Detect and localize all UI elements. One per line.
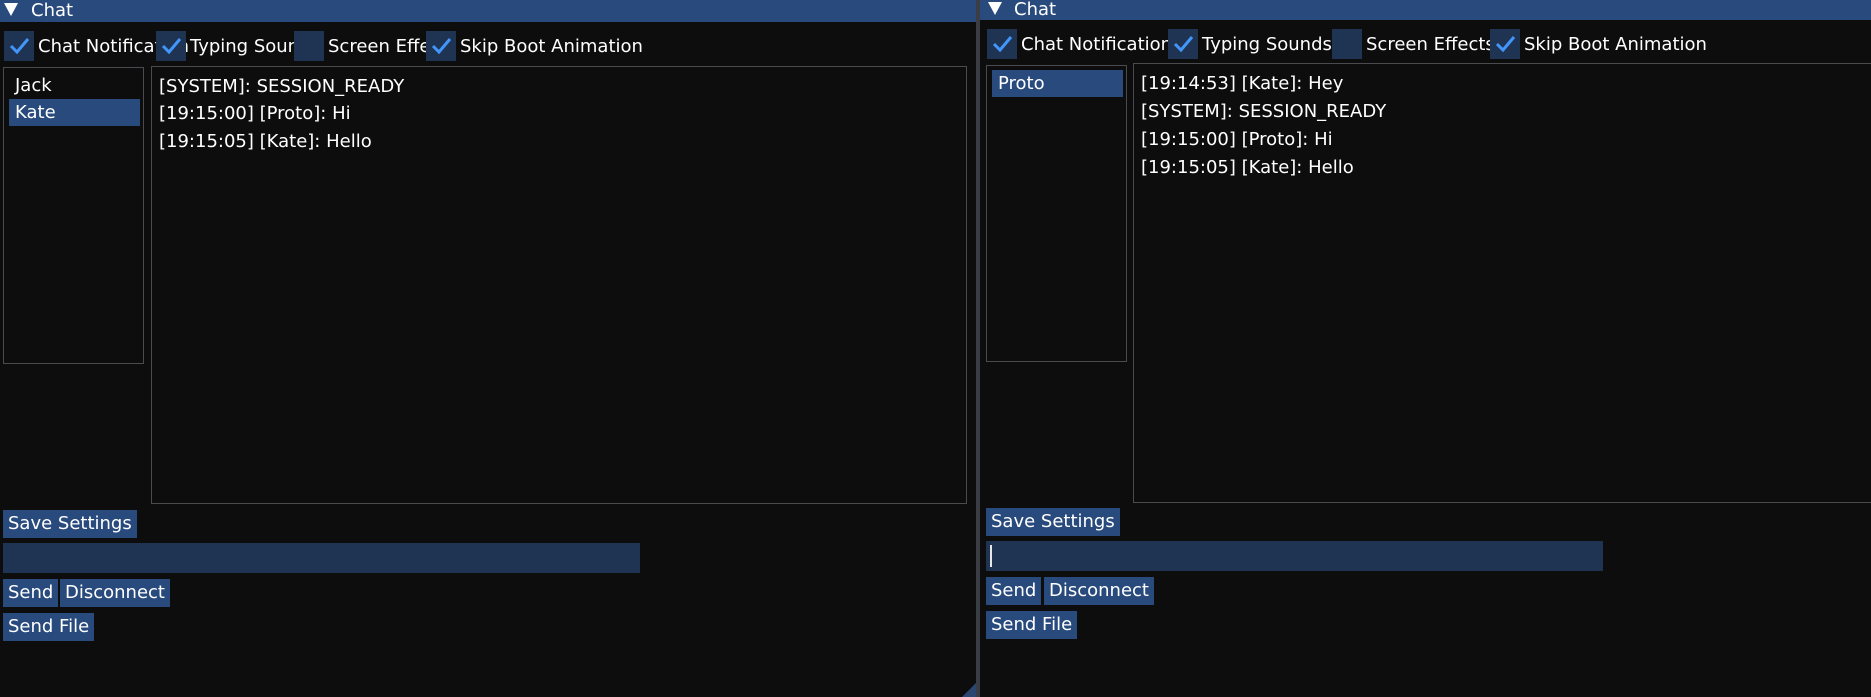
- window-title: Chat: [1014, 0, 1057, 20]
- checkmark-icon: [992, 36, 1013, 53]
- collapse-triangle-icon[interactable]: [4, 3, 18, 16]
- settings-row: Chat Notification Typing Sounds Screen E…: [4, 31, 976, 62]
- chat-message: [19:15:05] [Kate]: Hello: [1141, 157, 1354, 178]
- checkbox-label: Screen Effects: [1366, 34, 1495, 55]
- send-button[interactable]: Send: [986, 577, 1042, 605]
- user-item-jack[interactable]: Jack: [9, 72, 140, 99]
- checkbox-label: Typing Sounds: [1202, 34, 1332, 55]
- chat-log[interactable]: [19:14:53] [Kate]: Hey [SYSTEM]: SESSION…: [1133, 63, 1871, 503]
- resize-grip-icon[interactable]: [962, 683, 976, 697]
- user-list[interactable]: Jack Kate: [3, 67, 144, 364]
- chat-window-right: Chat Chat Notification Typing Sounds Scr…: [980, 0, 1871, 697]
- checkbox-label: Chat Notification: [1021, 34, 1173, 55]
- user-list[interactable]: Proto: [986, 65, 1127, 362]
- save-settings-button[interactable]: Save Settings: [986, 508, 1120, 536]
- chat-message: [19:14:53] [Kate]: Hey: [1141, 73, 1344, 94]
- checkmark-icon: [161, 38, 182, 55]
- checkbox-label: Skip Boot Animation: [460, 36, 643, 57]
- chat-log[interactable]: [SYSTEM]: SESSION_READY [19:15:00] [Prot…: [151, 66, 967, 504]
- checkmark-icon: [431, 38, 452, 55]
- disconnect-button[interactable]: Disconnect: [60, 579, 170, 607]
- chat-window-left: Chat Chat Notification Typing Sounds Scr…: [0, 0, 976, 697]
- message-input[interactable]: [986, 541, 1603, 571]
- window-title-bar[interactable]: Chat: [0, 0, 976, 22]
- user-item-proto[interactable]: Proto: [992, 70, 1123, 97]
- window-title-bar[interactable]: Chat: [980, 0, 1871, 20]
- text-caret: [990, 545, 992, 567]
- checkmark-icon: [9, 38, 30, 55]
- checkbox-box[interactable]: [1332, 29, 1362, 59]
- chat-message: [19:15:05] [Kate]: Hello: [159, 131, 372, 152]
- window-title: Chat: [31, 0, 74, 21]
- checkmark-icon: [1495, 36, 1516, 53]
- send-file-button[interactable]: Send File: [986, 611, 1078, 639]
- checkmark-icon: [1173, 36, 1194, 53]
- send-file-button[interactable]: Send File: [3, 613, 95, 641]
- settings-row: Chat Notification Typing Sounds Screen E…: [987, 29, 1871, 60]
- chat-message: [19:15:00] [Proto]: Hi: [1141, 129, 1333, 150]
- chat-message: [SYSTEM]: SESSION_READY: [1141, 101, 1387, 122]
- send-button[interactable]: Send: [3, 579, 59, 607]
- disconnect-button[interactable]: Disconnect: [1044, 577, 1154, 605]
- collapse-triangle-icon[interactable]: [988, 2, 1002, 15]
- user-item-kate[interactable]: Kate: [9, 99, 140, 126]
- checkbox-label: Skip Boot Animation: [1524, 34, 1707, 55]
- save-settings-button[interactable]: Save Settings: [3, 510, 137, 538]
- checkbox-box[interactable]: [294, 31, 324, 61]
- chat-message: [19:15:00] [Proto]: Hi: [159, 103, 351, 124]
- chat-message: [SYSTEM]: SESSION_READY: [159, 76, 405, 97]
- message-input[interactable]: [3, 543, 640, 573]
